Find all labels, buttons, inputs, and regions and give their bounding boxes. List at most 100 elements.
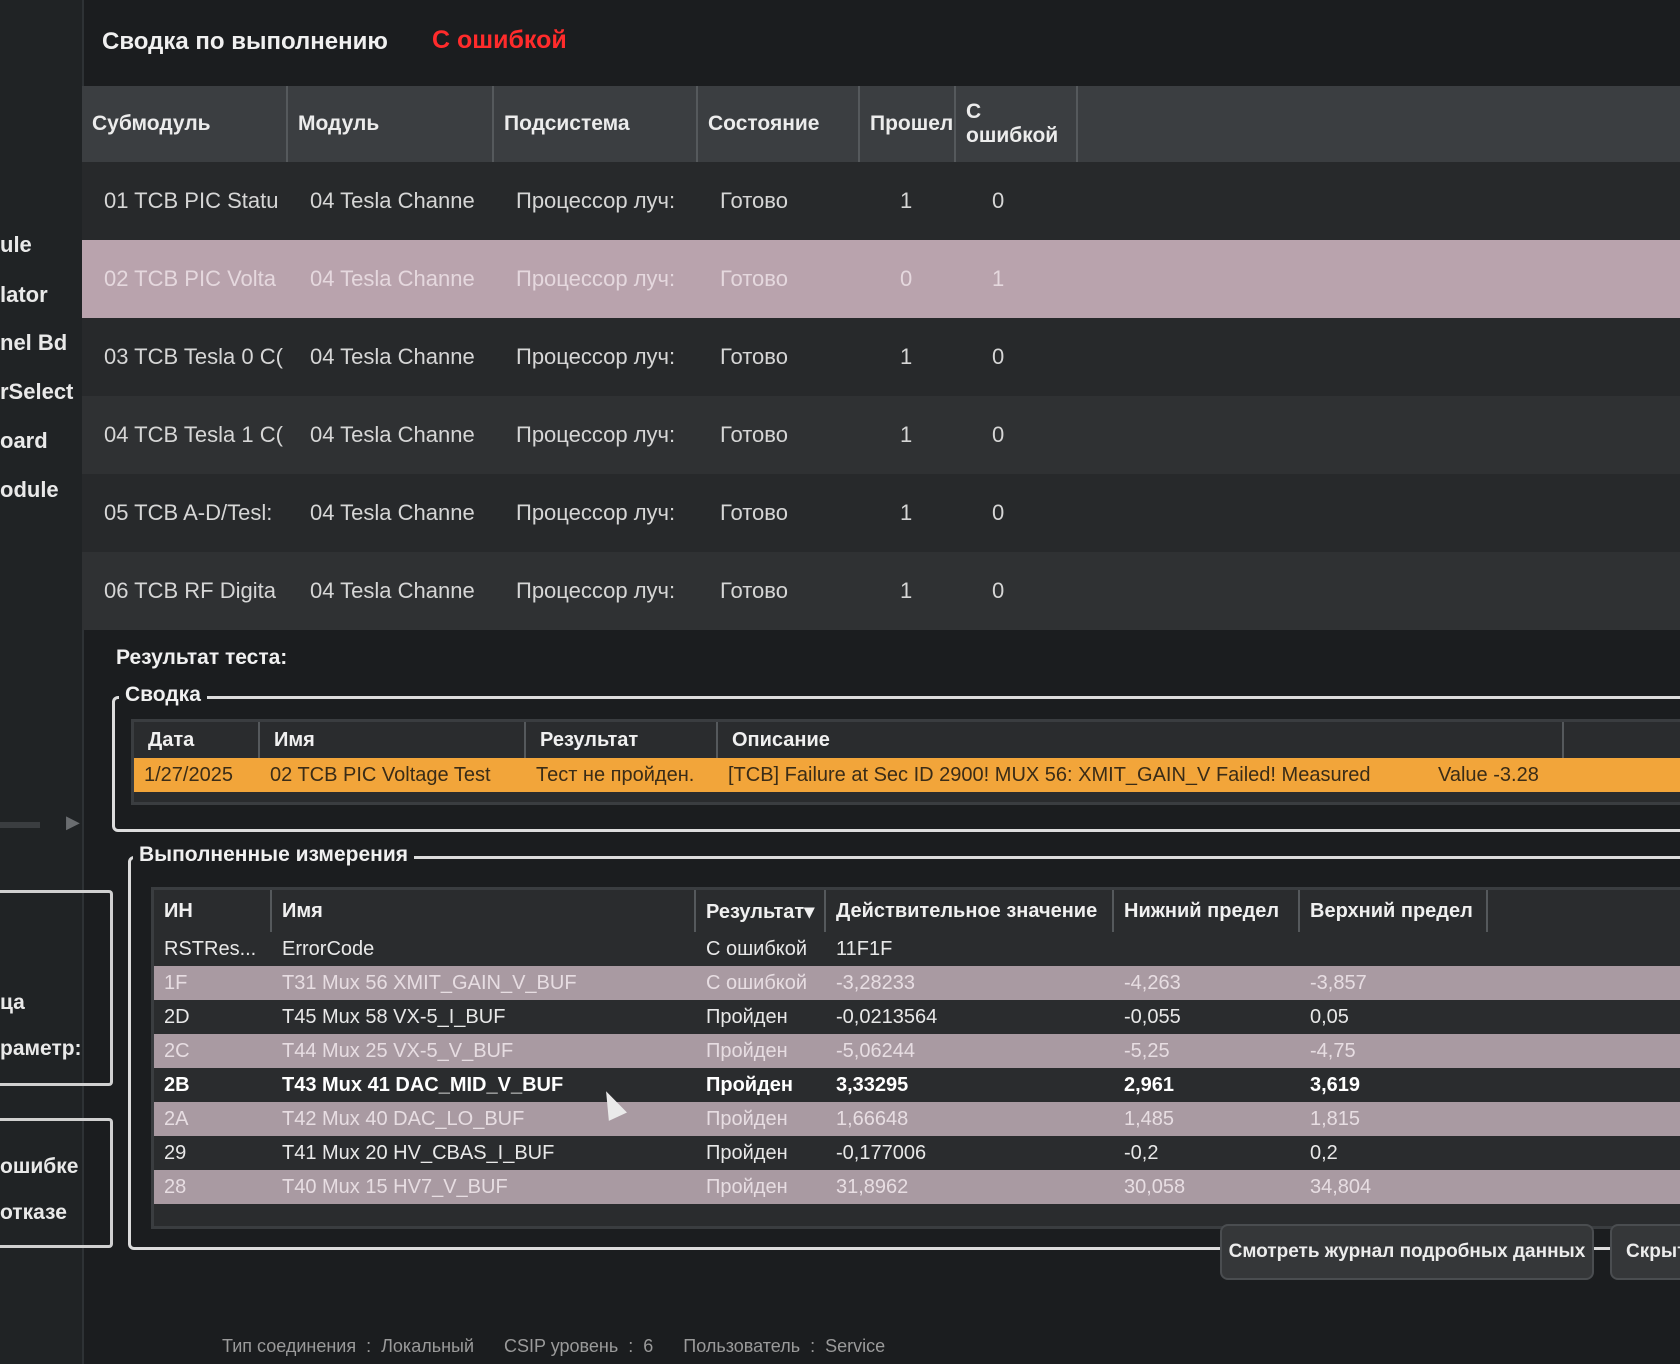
sidebar-item-2[interactable]: lator <box>0 282 48 308</box>
col-failed[interactable]: С ошибкой <box>956 86 1078 162</box>
view-detailed-log-button[interactable]: Смотреть журнал подробных данных <box>1220 1224 1594 1280</box>
cell-subsystem: Процессор луч: <box>516 500 676 525</box>
cell-submodule: 06 TCB RF Digita <box>104 578 276 603</box>
table-row[interactable]: 2D T45 Mux 58 VX-5_I_BUF Пройден -0,0213… <box>154 1000 1680 1034</box>
col-submodule[interactable]: Субмодуль <box>82 86 288 162</box>
cell-passed: 1 <box>900 188 913 213</box>
col-date[interactable]: Дата <box>134 722 260 758</box>
cell-low: 1,485 <box>1124 1107 1175 1130</box>
sidebar-option-2[interactable]: раметр: <box>0 1037 82 1061</box>
status-separator: : <box>628 1335 634 1356</box>
summary-table-header: Дата Имя Результат Описание <box>134 722 1680 758</box>
summary-row-selected[interactable]: 1/27/2025 02 TCB PIC Voltage Test Тест н… <box>134 758 1680 792</box>
sidebar-item-1[interactable]: ule <box>0 232 32 258</box>
col-subsystem[interactable]: Подсистема <box>494 86 698 162</box>
col-result[interactable]: Результат <box>526 722 718 758</box>
measurements-group-title: Выполненные измерения <box>133 843 415 867</box>
cell-name: T44 Mux 25 VX-5_V_BUF <box>282 1039 514 1062</box>
cell-failed: 0 <box>992 422 1005 447</box>
cell-failed: 1 <box>992 266 1005 291</box>
cell-name: ErrorCode <box>282 937 375 960</box>
cell-name: T42 Mux 40 DAC_LO_BUF <box>282 1107 525 1130</box>
cell-result: Пройден <box>706 1175 788 1198</box>
col-id[interactable]: ИН <box>154 890 272 932</box>
test-result-label: Результат теста: <box>116 646 288 669</box>
cell-passed: 1 <box>900 578 913 603</box>
summary-group: Сводка Дата Имя Результат Описание 1/27/… <box>112 683 1680 832</box>
main-panel: Сводка по выполнению С ошибкой Субмодуль… <box>82 0 1680 1364</box>
cell-result: Пройден <box>706 1107 788 1130</box>
col-high-limit[interactable]: Верхний предел <box>1300 890 1488 932</box>
table-row[interactable]: 06 TCB RF Digita 04 Tesla Channe Процесс… <box>82 552 1680 630</box>
cell-subsystem: Процессор луч: <box>516 422 676 447</box>
table-row[interactable]: 2B T43 Mux 41 DAC_MID_V_BUF Пройден 3,33… <box>154 1068 1680 1102</box>
measurements-table-header: ИН Имя Результат▾ Действительное значени… <box>154 890 1680 932</box>
page-title: Сводка по выполнению <box>102 28 388 55</box>
table-row[interactable]: 01 TCB PIC Statu 04 Tesla Channe Процесс… <box>82 162 1680 240</box>
sidebar-option-4[interactable]: отказе <box>0 1201 67 1225</box>
sidebar-scrollbar[interactable] <box>0 822 40 828</box>
cell-id: 2B <box>164 1073 190 1096</box>
cell-actual: 3,33295 <box>836 1073 909 1096</box>
cell-value: Value -3.28 <box>1438 763 1539 786</box>
hide-button[interactable]: Скрыт <box>1610 1224 1680 1280</box>
table-row[interactable]: 1F T31 Mux 56 XMIT_GAIN_V_BUF С ошибкой … <box>154 966 1680 1000</box>
sidebar-item-3[interactable]: nel Bd <box>0 330 67 356</box>
cell-state: Готово <box>720 578 788 603</box>
col-description[interactable]: Описание <box>718 722 1564 758</box>
cell-high: 1,815 <box>1310 1107 1361 1130</box>
cell-name: 02 TCB PIC Voltage Test <box>270 763 491 786</box>
table-row[interactable]: 2C T44 Mux 25 VX-5_V_BUF Пройден -5,0624… <box>154 1034 1680 1068</box>
cell-low: -4,263 <box>1124 971 1181 994</box>
sidebar-item-5[interactable]: oard <box>0 428 48 454</box>
cell-subsystem: Процессор луч: <box>516 344 676 369</box>
col-name[interactable]: Имя <box>260 722 526 758</box>
cell-result: Пройден <box>706 1039 788 1062</box>
cell-state: Готово <box>720 266 788 291</box>
table-row[interactable]: 04 TCB Tesla 1 C( 04 Tesla Channe Процес… <box>82 396 1680 474</box>
cell-high: -3,857 <box>1310 971 1367 994</box>
sidebar-option-1[interactable]: ца <box>0 991 25 1015</box>
cell-id: 2D <box>164 1005 190 1028</box>
cell-state: Готово <box>720 422 788 447</box>
cell-state: Готово <box>720 500 788 525</box>
table-row[interactable]: 29 T41 Mux 20 HV_CBAS_I_BUF Пройден -0,1… <box>154 1136 1680 1170</box>
cell-actual: -3,28233 <box>836 971 915 994</box>
table-row[interactable]: 03 TCB Tesla 0 C( 04 Tesla Channe Процес… <box>82 318 1680 396</box>
cell-actual: 1,66648 <box>836 1107 909 1130</box>
cell-passed: 1 <box>900 422 913 447</box>
scroll-right-arrow-icon[interactable]: ▶ <box>66 812 80 833</box>
table-row[interactable]: 2A T42 Mux 40 DAC_LO_BUF Пройден 1,66648… <box>154 1102 1680 1136</box>
table-row[interactable]: 28 T40 Mux 15 HV7_V_BUF Пройден 31,8962 … <box>154 1170 1680 1204</box>
col-passed[interactable]: Прошел <box>860 86 956 162</box>
cell-passed: 1 <box>900 344 913 369</box>
cell-high: 0,2 <box>1310 1141 1338 1164</box>
cell-state: Готово <box>720 188 788 213</box>
cell-failed: 0 <box>992 578 1005 603</box>
col-result[interactable]: Результат▾ <box>696 890 826 932</box>
sidebar-option-3[interactable]: ошибке <box>0 1155 78 1179</box>
table-row[interactable]: RSTRes... ErrorCode С ошибкой 11F1F <box>154 932 1680 966</box>
col-actual-value[interactable]: Действительное значение <box>826 890 1114 932</box>
cell-failed: 0 <box>992 500 1005 525</box>
col-state[interactable]: Состояние <box>698 86 860 162</box>
left-sidebar: ule lator nel Bd rSelect oard odule ▶ ца… <box>0 0 113 1364</box>
cell-name: T43 Mux 41 DAC_MID_V_BUF <box>282 1073 564 1096</box>
table-row[interactable]: 05 TCB A-D/Tesl: 04 Tesla Channe Процесс… <box>82 474 1680 552</box>
cell-result: С ошибкой <box>706 971 808 994</box>
cell-actual: -0,177006 <box>836 1141 927 1164</box>
col-module[interactable]: Модуль <box>288 86 494 162</box>
table-row-selected[interactable]: 02 TCB PIC Volta 04 Tesla Channe Процесс… <box>82 240 1680 318</box>
sidebar-item-4[interactable]: rSelect <box>0 379 73 405</box>
csip-level-value: 6 <box>643 1335 654 1356</box>
cell-submodule: 03 TCB Tesla 0 C( <box>104 344 283 369</box>
cell-subsystem: Процессор луч: <box>516 188 676 213</box>
cell-module: 04 Tesla Channe <box>310 188 475 213</box>
cell-low: -0,055 <box>1124 1005 1181 1028</box>
cell-module: 04 Tesla Channe <box>310 344 475 369</box>
col-name[interactable]: Имя <box>272 890 696 932</box>
sidebar-item-6[interactable]: odule <box>0 477 59 503</box>
cell-low: 2,961 <box>1124 1073 1175 1096</box>
col-low-limit[interactable]: Нижний предел <box>1114 890 1300 932</box>
cell-high: -4,75 <box>1310 1039 1356 1062</box>
